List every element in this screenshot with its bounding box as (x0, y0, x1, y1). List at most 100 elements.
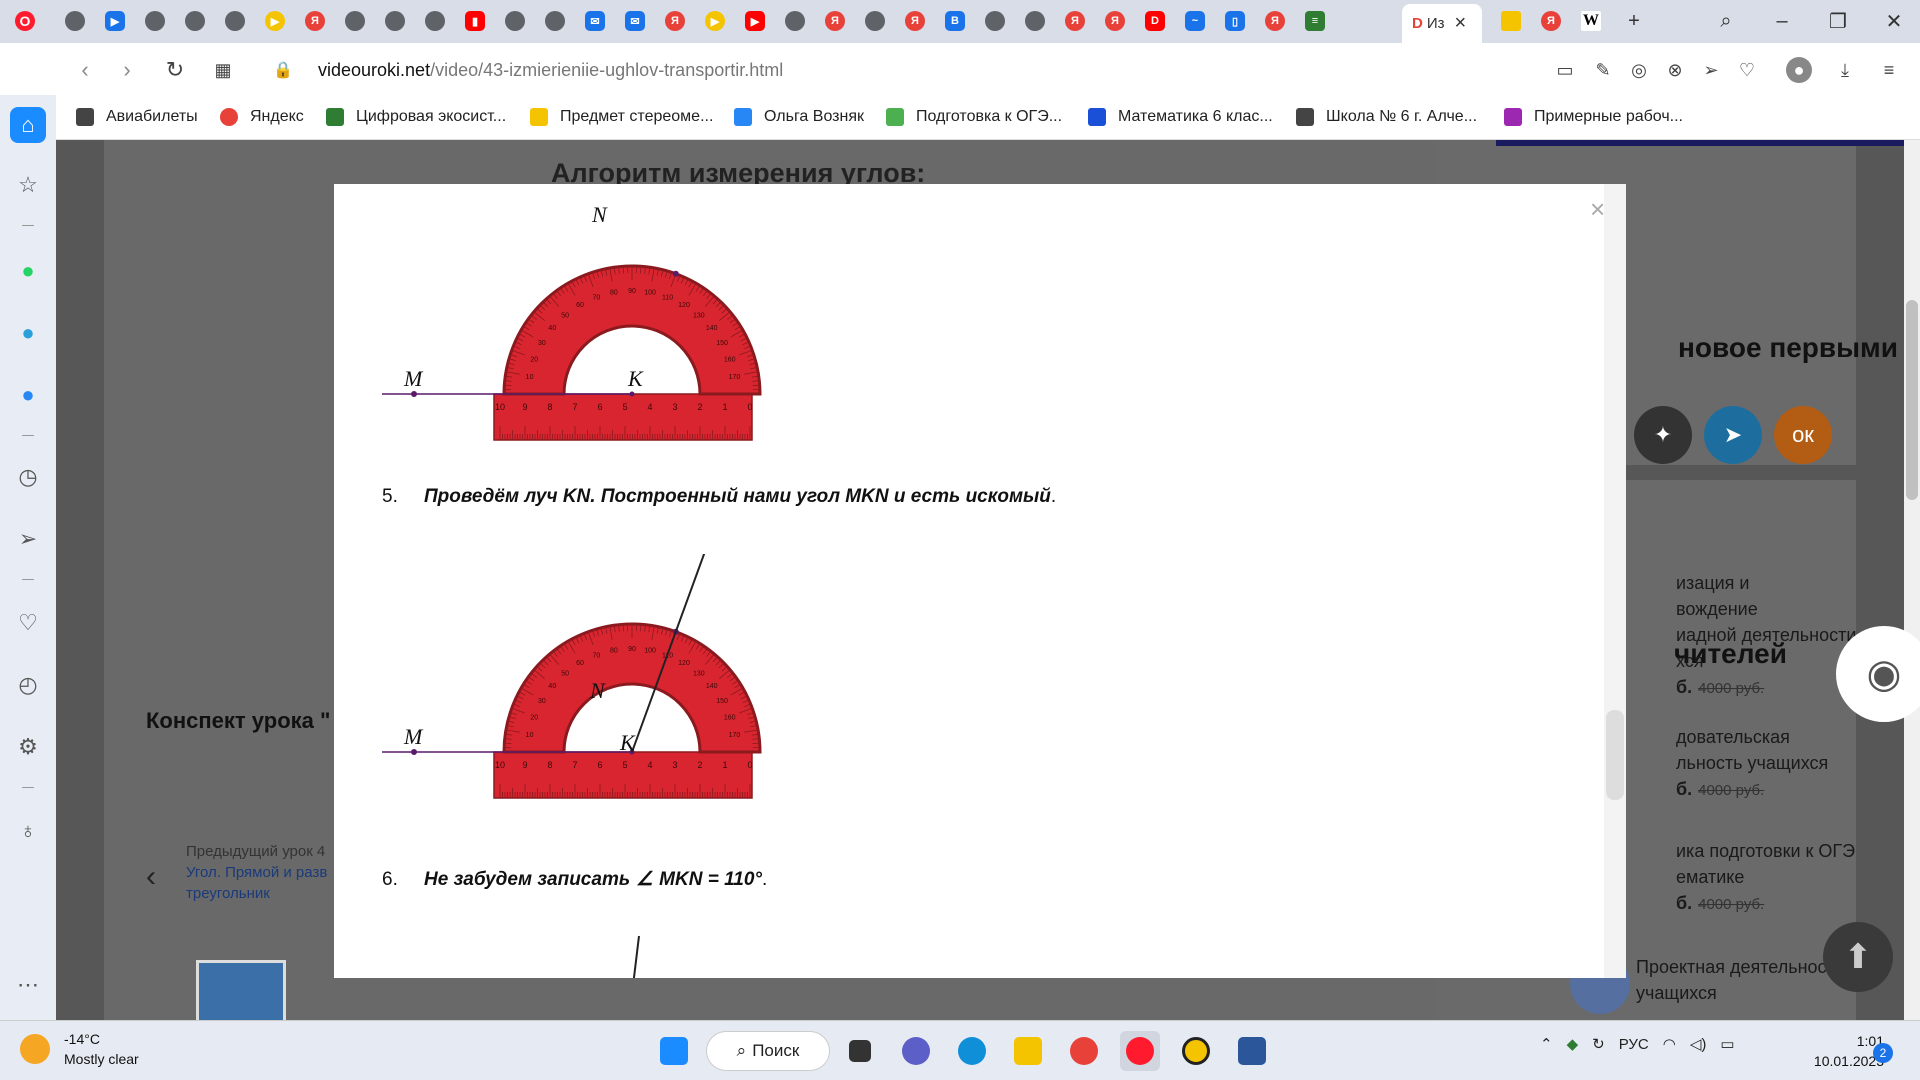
bookmark[interactable]: Подготовка к ОГЭ... (886, 105, 1062, 129)
player-icon[interactable]: ◷ (10, 459, 46, 495)
course-item[interactable]: довательская льность учащихся б. 4000 руб… (1676, 724, 1828, 804)
settings-menu-icon[interactable]: ≡ (1876, 57, 1902, 83)
tab[interactable]: В (940, 6, 970, 36)
book-cover-image[interactable] (196, 960, 286, 1020)
tab[interactable]: Я (300, 6, 330, 36)
star-icon[interactable]: ☆ (10, 167, 46, 203)
tab[interactable] (980, 6, 1010, 36)
tab[interactable]: D (1140, 6, 1170, 36)
page-scrollbar-thumb[interactable] (1906, 300, 1918, 500)
bookmark[interactable]: Примерные рабоч... (1504, 105, 1683, 129)
dzen-icon[interactable]: ✦ (1634, 406, 1692, 464)
bookmark[interactable]: Школа № 6 г. Алче... (1296, 105, 1477, 129)
tab[interactable] (1020, 6, 1050, 36)
lightbulb-icon[interactable]: ♁ (10, 813, 46, 849)
new-tab-button[interactable]: + (1614, 6, 1654, 36)
url-field[interactable]: videouroki.net/video/43-izmierieniie-ugh… (318, 60, 783, 81)
camera-icon[interactable]: ◎ (1626, 57, 1652, 83)
opera-menu-button[interactable]: O (10, 6, 40, 36)
vk-icon[interactable]: ● (10, 377, 46, 413)
modal-scrollbar-thumb[interactable] (1606, 710, 1624, 800)
tab[interactable]: ▶ (260, 6, 290, 36)
lock-icon[interactable]: 🔒 (268, 55, 298, 85)
chevron-up-icon[interactable]: ⌃ (1540, 1035, 1553, 1053)
weather-widget[interactable]: -14°C Mostly clear (20, 1029, 139, 1069)
tab[interactable] (180, 6, 210, 36)
word-button[interactable] (1232, 1031, 1272, 1071)
tab[interactable] (780, 6, 810, 36)
bookmark[interactable]: Ольга Возняк (734, 105, 864, 129)
download-icon[interactable]: ⤓ (1832, 57, 1858, 83)
restore-button[interactable]: ❐ (1818, 6, 1858, 36)
close-tab-icon[interactable]: × (1455, 12, 1467, 35)
scroll-up-button[interactable]: ⬆ (1823, 922, 1893, 992)
bookmark[interactable]: Математика 6 клас... (1088, 105, 1273, 129)
profile-icon[interactable]: ● (1786, 57, 1812, 83)
tab[interactable] (380, 6, 410, 36)
course-item[interactable]: изация и вождение иадной деятельности хс… (1676, 570, 1856, 702)
tab[interactable]: ▯ (1220, 6, 1250, 36)
search-button[interactable]: ⌕ Поиск (706, 1031, 830, 1071)
odnoklassniki-icon[interactable]: ок (1774, 406, 1832, 464)
chevron-left-icon[interactable]: ‹ (146, 860, 156, 894)
tab[interactable]: Я (820, 6, 850, 36)
bookmark[interactable]: Авиабилеты (76, 105, 198, 129)
tab[interactable] (540, 6, 570, 36)
tab[interactable] (140, 6, 170, 36)
edit-icon[interactable]: ✎ (1590, 57, 1616, 83)
tab[interactable]: Я (660, 6, 690, 36)
tab[interactable]: Я (1100, 6, 1130, 36)
tab[interactable]: ▶ (100, 6, 130, 36)
tab[interactable] (220, 6, 250, 36)
sync-icon[interactable]: ↻ (1592, 1035, 1605, 1053)
reader-icon[interactable]: ▭ (1552, 57, 1578, 83)
tab[interactable] (500, 6, 530, 36)
tab[interactable] (860, 6, 890, 36)
tab[interactable]: ~ (1180, 6, 1210, 36)
battery-icon[interactable]: ▭ (1720, 1035, 1734, 1053)
reload-button[interactable]: ↻ (160, 55, 190, 85)
tray-app-icon[interactable]: ◆ (1567, 1035, 1579, 1053)
tab[interactable]: ▶ (740, 6, 770, 36)
tab[interactable]: Я (900, 6, 930, 36)
tab[interactable]: ▶ (700, 6, 730, 36)
yandex-button[interactable] (1064, 1031, 1104, 1071)
tab[interactable]: ✉ (620, 6, 650, 36)
search-tabs-icon[interactable]: ⌕ (1706, 6, 1746, 36)
page-scrollbar[interactable] (1904, 140, 1920, 1020)
start-button[interactable] (654, 1031, 694, 1071)
tab[interactable]: Я (1260, 6, 1290, 36)
edge-button[interactable] (952, 1031, 992, 1071)
course-item[interactable]: ика подготовки к ОГЭ ематике б. 4000 руб. (1676, 838, 1855, 918)
block-icon[interactable]: ⊗ (1662, 57, 1688, 83)
tab[interactable]: Я (1536, 6, 1566, 36)
bookmark[interactable]: Предмет стереоме... (530, 105, 713, 129)
chat-button[interactable] (896, 1031, 936, 1071)
opera-button[interactable] (1120, 1031, 1160, 1071)
volume-icon[interactable]: ◁) (1690, 1035, 1707, 1053)
tab[interactable] (340, 6, 370, 36)
minimize-button[interactable]: – (1762, 6, 1802, 36)
tab[interactable]: ≡ (1300, 6, 1330, 36)
wifi-icon[interactable]: ◠ (1663, 1035, 1676, 1053)
send-icon[interactable]: ➢ (10, 521, 46, 557)
tab[interactable]: W (1576, 6, 1606, 36)
close-icon[interactable]: × (1590, 194, 1605, 225)
tab[interactable] (60, 6, 90, 36)
prev-lesson-link[interactable]: Предыдущий урок 4 Угол. Прямой и разв тр… (186, 841, 327, 904)
taskview-button[interactable] (840, 1031, 880, 1071)
heart-icon[interactable]: ♡ (1734, 57, 1760, 83)
app-button[interactable] (1176, 1031, 1216, 1071)
telegram-icon[interactable]: ➤ (1704, 406, 1762, 464)
tab[interactable] (420, 6, 450, 36)
notification-badge[interactable]: 2 (1873, 1043, 1893, 1063)
clock[interactable]: 1:01 10.01.2023 (1800, 1031, 1884, 1071)
tab[interactable]: ✉ (580, 6, 610, 36)
language-indicator[interactable]: РУС (1619, 1036, 1649, 1053)
tab[interactable]: Я (1060, 6, 1090, 36)
modal-scrollbar[interactable] (1604, 184, 1626, 978)
more-icon[interactable]: ⋯ (10, 967, 46, 1003)
close-window-button[interactable]: ✕ (1874, 6, 1914, 36)
back-button[interactable]: ‹ (70, 55, 100, 85)
explorer-button[interactable] (1008, 1031, 1048, 1071)
